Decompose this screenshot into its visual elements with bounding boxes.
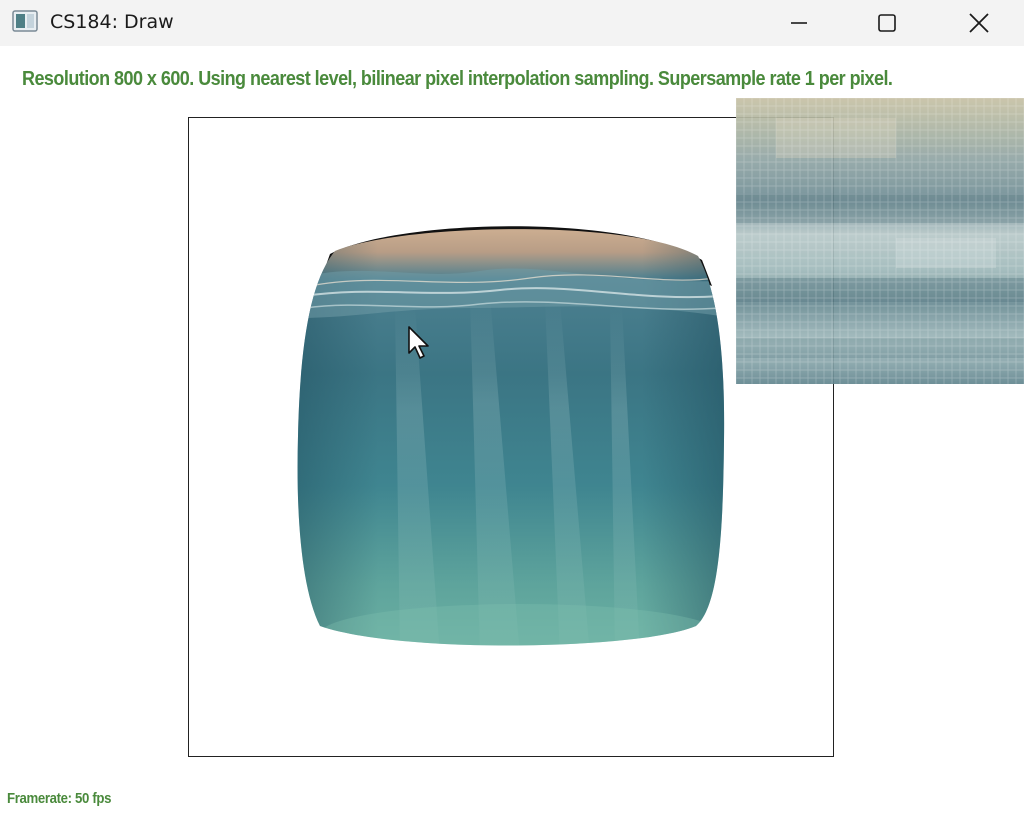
- minimize-button[interactable]: [776, 0, 822, 46]
- title-bar[interactable]: CS184: Draw: [0, 0, 1024, 46]
- zoomed-pixel-grid: [736, 98, 1024, 384]
- status-line: Resolution 800 x 600. Using nearest leve…: [22, 68, 893, 90]
- close-button[interactable]: [956, 0, 1002, 46]
- pixel-zoom-inspector: [736, 98, 1024, 384]
- close-icon: [969, 13, 989, 33]
- framerate-label: Framerate: 50 fps: [7, 790, 112, 807]
- arrow-cursor-icon: [408, 326, 429, 359]
- maximize-icon: [878, 14, 896, 32]
- minimize-icon: [791, 22, 807, 24]
- app-window-icon: [12, 10, 38, 32]
- draw-viewport[interactable]: Resolution 800 x 600. Using nearest leve…: [0, 46, 1024, 820]
- window-title: CS184: Draw: [50, 11, 174, 33]
- app-window: CS184: Draw Resolution 800 x 600. Using …: [0, 0, 1024, 820]
- maximize-button[interactable]: [864, 0, 910, 46]
